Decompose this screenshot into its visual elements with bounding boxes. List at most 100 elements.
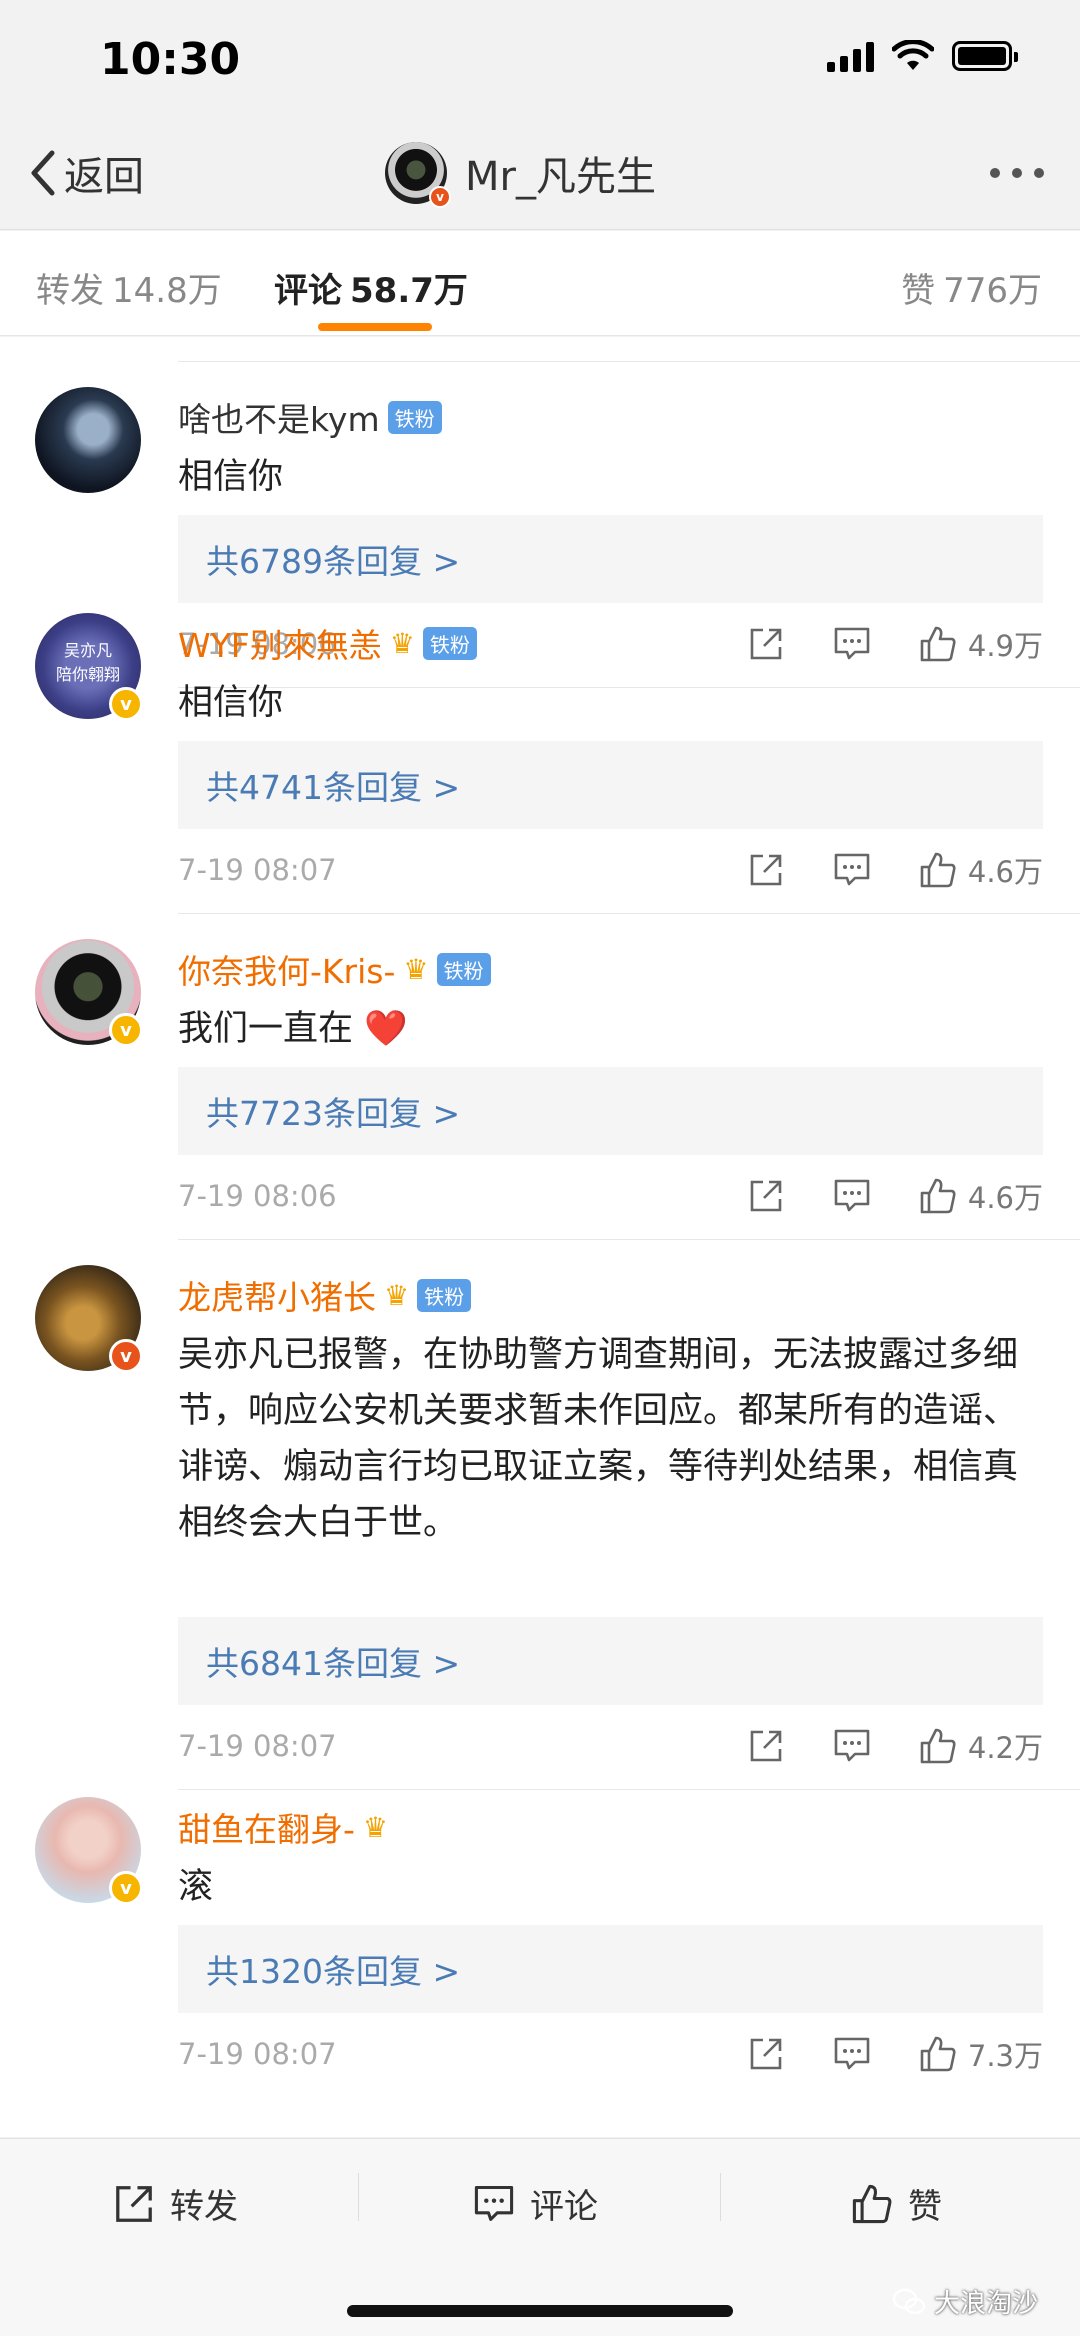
watermark-text: 大浪淘沙 — [933, 2289, 1038, 2319]
comment-meta: 7-19 08:07 7.3万 — [178, 2029, 1043, 2079]
comment-actions: 4.6万 — [700, 1175, 1043, 1217]
avatar[interactable]: v — [35, 939, 143, 1047]
like-button[interactable]: 赞 — [850, 2179, 942, 2228]
tab-label: 转发 — [36, 271, 104, 311]
like-icon[interactable] — [918, 1176, 958, 1216]
verified-badge-icon: v — [429, 186, 451, 208]
cellular-signal-icon — [827, 40, 874, 72]
repost-button[interactable]: 转发 — [112, 2179, 238, 2228]
watermark: 大浪淘沙 — [892, 2283, 1038, 2320]
tab-label: 评论 — [274, 271, 342, 311]
more-options-icon[interactable] — [990, 168, 1044, 178]
comment-icon — [474, 2185, 514, 2221]
crown-icon: ♛ — [362, 1810, 389, 1844]
crown-icon: ♛ — [384, 1278, 410, 1312]
comment-actions: 4.2万 — [700, 1725, 1043, 1767]
divider — [178, 913, 1080, 914]
timestamp: 7-19 08:07 — [178, 853, 337, 887]
comment-button[interactable]: 评论 — [472, 2179, 598, 2228]
avatar[interactable]: v — [35, 1797, 143, 1905]
status-icons — [827, 40, 1018, 72]
fan-badge: 铁粉 — [417, 1278, 472, 1312]
like-icon[interactable] — [918, 1726, 958, 1766]
comment-icon[interactable] — [832, 850, 872, 890]
comment-meta: 7-19 08:07 4.6万 — [178, 845, 1043, 895]
timestamp: 7-19 08:06 — [178, 1179, 337, 1213]
share-icon — [116, 2185, 152, 2222]
avatar: v — [385, 142, 451, 208]
back-button[interactable]: 返回 — [28, 144, 144, 202]
like-icon — [852, 2184, 892, 2223]
like-label: 赞 — [908, 2187, 942, 2227]
comment-meta: 7-19 08:06 4.6万 — [178, 1171, 1043, 1221]
view-replies-button[interactable]: 共4741条回复 > — [178, 741, 1043, 829]
nav-title[interactable]: v Mr_凡先生 — [385, 142, 656, 208]
like-icon[interactable] — [918, 624, 958, 664]
comment-label: 评论 — [530, 2187, 598, 2227]
comment-author[interactable]: WYF别來無恙 — [178, 619, 382, 667]
page-title: Mr_凡先生 — [465, 154, 656, 200]
share-icon[interactable] — [746, 624, 786, 664]
tab-comments[interactable]: 评论 58.7万 — [274, 263, 468, 312]
timestamp: 7-19 08:07 — [178, 2037, 337, 2071]
share-icon[interactable] — [746, 1726, 786, 1766]
like-count: 4.6万 — [967, 855, 1043, 889]
tab-likes[interactable]: 赞 776万 — [901, 263, 1042, 312]
home-indicator[interactable] — [347, 2305, 733, 2317]
view-replies-button[interactable]: 共6789条回复 > — [178, 515, 1043, 603]
like-icon[interactable] — [918, 2034, 958, 2074]
divider — [178, 361, 1080, 362]
tab-repost[interactable]: 转发 14.8万 — [36, 263, 222, 312]
comment-list[interactable]: 啥也不是kym 铁粉 相信你 共6789条回复 > 7-19 08:06 4.9… — [0, 337, 1080, 2137]
verified-badge-icon: v — [109, 687, 143, 721]
tab-count: 14.8万 — [112, 271, 222, 311]
active-tab-indicator — [318, 323, 432, 331]
like-count: 4.9万 — [967, 629, 1043, 663]
comment-actions: 4.6万 — [700, 849, 1043, 891]
status-time: 10:30 — [100, 34, 241, 85]
comment-author[interactable]: 你奈我何-Kris- — [178, 945, 395, 993]
battery-icon — [952, 41, 1018, 71]
divider — [178, 1239, 1080, 1240]
fan-badge: 铁粉 — [436, 952, 491, 986]
comment-author[interactable]: 龙虎帮小猪长 — [178, 1271, 376, 1319]
avatar[interactable]: 吴亦凡 陪你翱翔 v — [35, 613, 143, 721]
comment-text: 相信你 — [178, 457, 284, 497]
back-label: 返回 — [64, 154, 144, 200]
comment-author[interactable]: 啥也不是kym — [178, 393, 380, 441]
crown-icon: ♛ — [403, 952, 429, 986]
comment-text: 吴亦凡已报警，在协助警方调查期间，无法披露过多细节，响应公安机关要求暂未作回应。… — [178, 1335, 1019, 1543]
bottom-action-bar: 转发 评论 赞 大浪淘沙 — [0, 2138, 1080, 2336]
view-replies-button[interactable]: 共7723条回复 > — [178, 1067, 1043, 1155]
comment-icon[interactable] — [832, 1176, 872, 1216]
avatar[interactable] — [35, 387, 141, 493]
fan-badge: 铁粉 — [422, 626, 477, 660]
status-bar: 10:30 — [0, 0, 1080, 120]
view-replies-button[interactable]: 共6841条回复 > — [178, 1617, 1043, 1705]
avatar[interactable]: v — [35, 1265, 143, 1373]
comment-text: 滚 — [178, 1867, 214, 1907]
comment-actions: 7.3万 — [700, 2033, 1043, 2075]
comment-icon[interactable] — [832, 1726, 872, 1766]
comment-icon[interactable] — [832, 2034, 872, 2074]
tab-bar: 转发 14.8万 评论 58.7万 赞 776万 — [0, 231, 1080, 336]
comment-icon[interactable] — [832, 624, 872, 664]
like-count: 4.6万 — [967, 1181, 1043, 1215]
divider — [178, 1789, 1080, 1790]
comment-author[interactable]: 甜鱼在翻身- — [178, 1803, 355, 1851]
wifi-icon — [892, 40, 934, 70]
comment-meta: 7-19 08:07 4.2万 — [178, 1721, 1043, 1771]
avatar-text: 吴亦凡 — [63, 641, 112, 660]
verified-badge-icon: v — [109, 1871, 143, 1905]
avatar-text: 陪你翱翔 — [55, 665, 120, 684]
share-icon[interactable] — [746, 1176, 786, 1216]
share-icon[interactable] — [746, 850, 786, 890]
nav-bar: 返回 v Mr_凡先生 — [0, 120, 1080, 230]
divider — [720, 2173, 721, 2221]
share-icon[interactable] — [746, 2034, 786, 2074]
like-count: 4.2万 — [967, 1731, 1043, 1765]
fan-badge: 铁粉 — [387, 400, 442, 434]
view-replies-button[interactable]: 共1320条回复 > — [178, 1925, 1043, 2013]
comment-text: 我们一直在 ❤️ — [178, 1001, 1048, 1057]
like-icon[interactable] — [918, 850, 958, 890]
